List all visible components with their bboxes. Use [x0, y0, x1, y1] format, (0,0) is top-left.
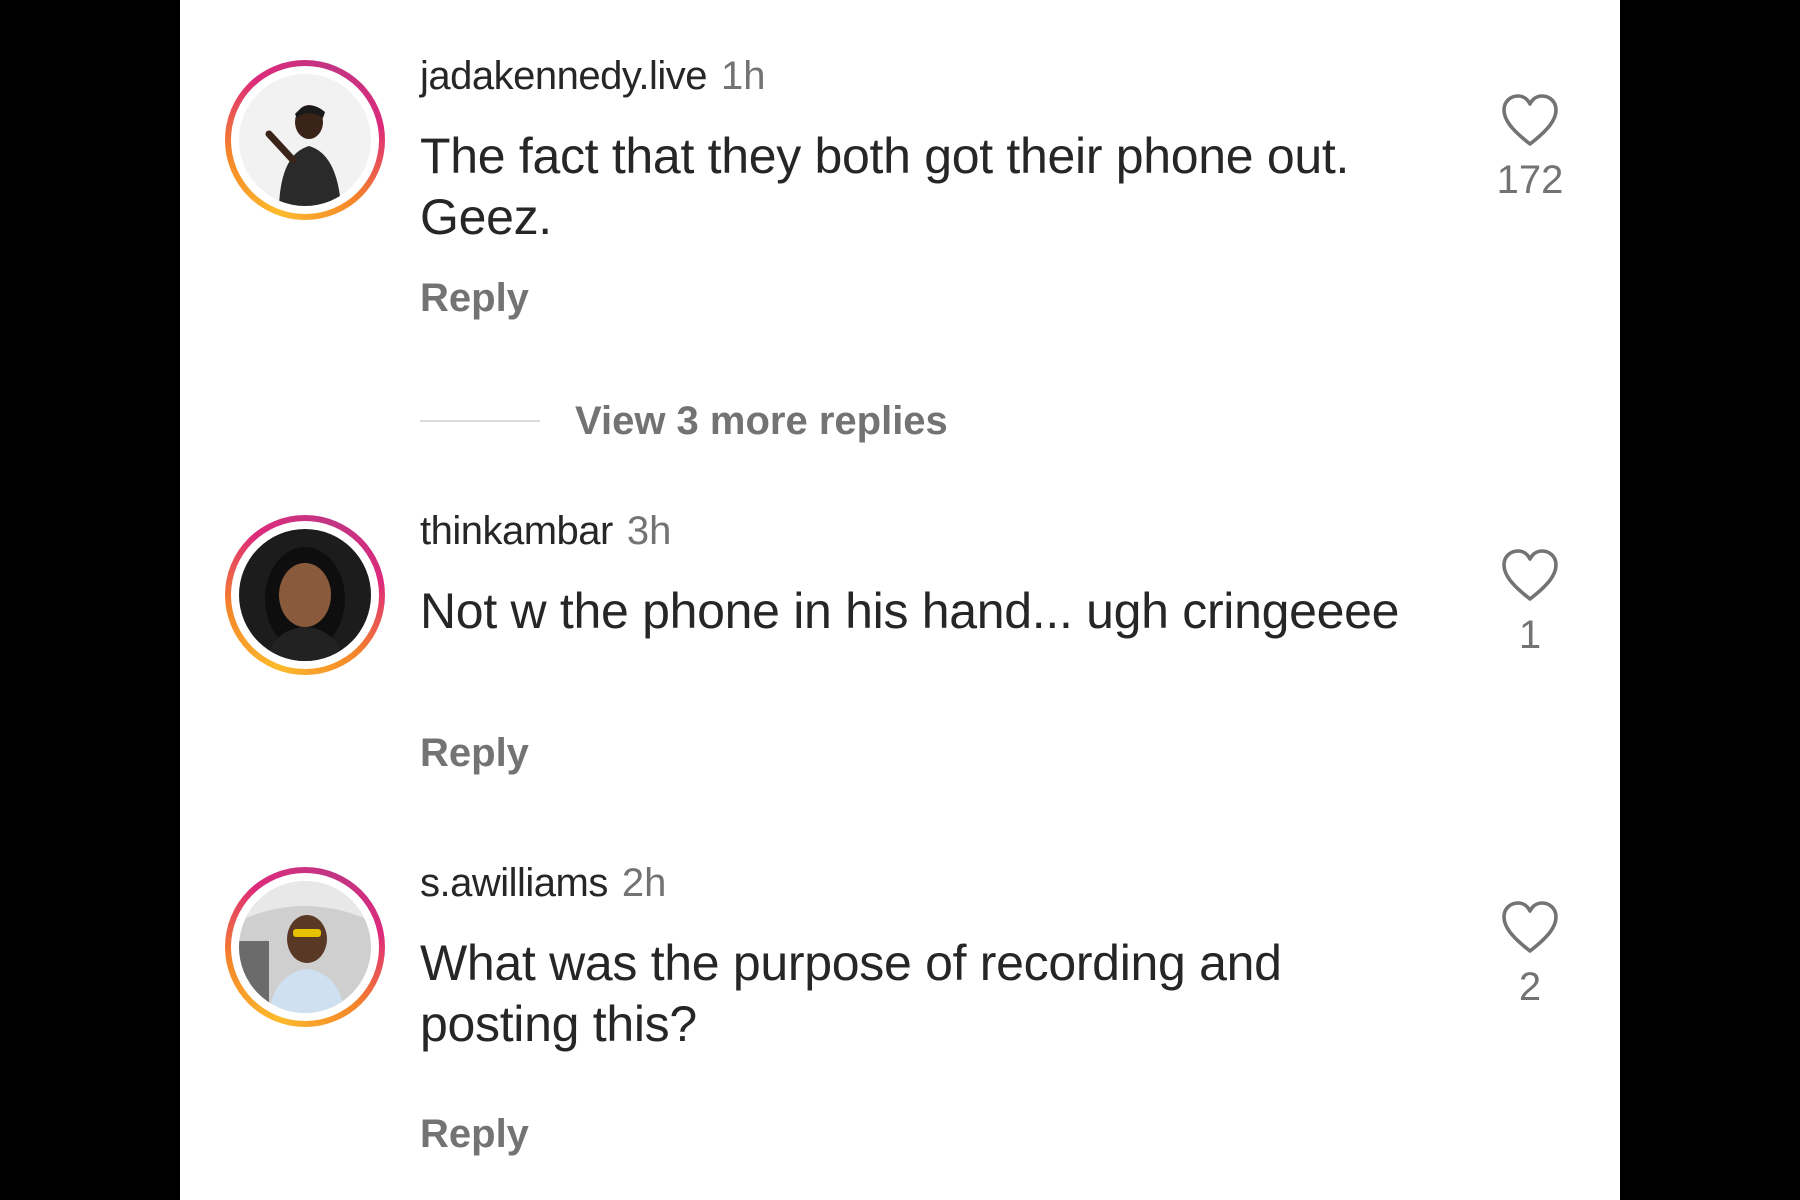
heart-icon[interactable]	[1500, 547, 1560, 603]
reply-button[interactable]: Reply	[420, 274, 529, 322]
comment-text: Not w the phone in his hand... ugh cring…	[420, 583, 1400, 639]
like-control: 1	[1470, 547, 1590, 659]
username[interactable]: jadakennedy.live	[420, 54, 708, 98]
reply-button[interactable]: Reply	[420, 729, 529, 777]
like-count: 172	[1496, 158, 1564, 202]
like-control: 2	[1470, 899, 1590, 1011]
like-count: 2	[1518, 965, 1542, 1009]
comment-meta: thinkambar 3h	[420, 507, 671, 555]
avatar-photo	[239, 529, 371, 661]
comment-text: What was the purpose of recording and po…	[420, 935, 1282, 1052]
username[interactable]: s.awilliams	[420, 861, 608, 905]
comment-meta: s.awilliams 2h	[420, 859, 666, 907]
timestamp: 3h	[626, 509, 672, 553]
avatar-photo	[239, 74, 371, 206]
avatar[interactable]	[225, 867, 385, 1027]
avatar[interactable]	[225, 60, 385, 220]
timestamp: 1h	[721, 54, 766, 98]
like-control: 172	[1470, 92, 1590, 204]
view-more-replies-label[interactable]: View 3 more replies	[575, 396, 948, 446]
comments-panel: jadakennedy.live 1h The fact that they bo…	[180, 0, 1620, 1200]
comment-meta: jadakennedy.live 1h	[420, 52, 766, 100]
heart-icon[interactable]	[1500, 899, 1560, 955]
avatar[interactable]	[225, 515, 385, 675]
reply-button[interactable]: Reply	[420, 1110, 529, 1158]
timestamp: 2h	[621, 861, 667, 905]
avatar-photo	[239, 881, 371, 1013]
username[interactable]: thinkambar	[420, 509, 613, 553]
like-count: 1	[1518, 613, 1542, 657]
divider-line	[420, 420, 540, 422]
heart-icon[interactable]	[1500, 92, 1560, 148]
comment-text: The fact that they both got their phone …	[420, 128, 1350, 245]
